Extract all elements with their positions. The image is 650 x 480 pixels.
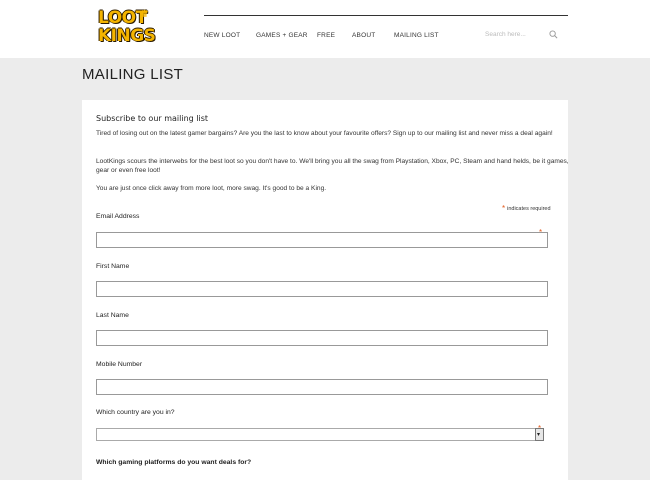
required-asterisk-icon: * <box>502 204 506 213</box>
first-name-label: First Name <box>96 263 130 270</box>
country-select[interactable] <box>96 428 544 441</box>
intro-paragraph-2: LootKings scours the interwebs for the b… <box>96 158 569 174</box>
country-label: Which country are you in? <box>96 409 175 416</box>
nav-new-loot[interactable]: NEW LOOT <box>204 32 240 39</box>
form-title: Subscribe to our mailing list <box>96 114 209 123</box>
nav-mailing-list[interactable]: MAILING LIST <box>394 32 439 39</box>
country-required-asterisk-icon: * <box>538 424 542 433</box>
mobile-number-field[interactable] <box>96 379 548 395</box>
required-note: * indicates required <box>502 204 551 213</box>
last-name-label: Last Name <box>96 312 129 319</box>
email-required-asterisk-icon: * <box>539 228 543 237</box>
nav-divider <box>204 15 568 16</box>
page-title: MAILING LIST <box>82 66 184 83</box>
search-input[interactable]: Search here... <box>485 31 526 38</box>
site-header: ♛ LOOT KINGS NEW LOOT GAMES + GEAR FREE … <box>0 0 650 58</box>
first-name-field[interactable] <box>96 281 548 297</box>
crown-icon: ♛ <box>140 9 149 20</box>
nav-about[interactable]: ABOUT <box>352 32 375 39</box>
nav-games-gear[interactable]: GAMES + GEAR <box>256 32 308 39</box>
email-label: Email Address <box>96 213 140 220</box>
intro-paragraph-3: You are just once click away from more l… <box>96 185 327 192</box>
last-name-field[interactable] <box>96 330 548 346</box>
nav-free[interactable]: FREE <box>317 32 335 39</box>
intro-paragraph-1: Tired of losing out on the latest gamer … <box>96 130 553 137</box>
logo-line1: LOOT <box>98 8 147 28</box>
logo-line2: KINGS <box>98 26 156 46</box>
platforms-label: Which gaming platforms do you want deals… <box>96 459 252 466</box>
lootkings-logo[interactable]: ♛ LOOT KINGS <box>98 9 158 47</box>
email-field[interactable] <box>96 232 548 248</box>
mobile-number-label: Mobile Number <box>96 361 143 368</box>
search-icon[interactable] <box>549 30 558 39</box>
